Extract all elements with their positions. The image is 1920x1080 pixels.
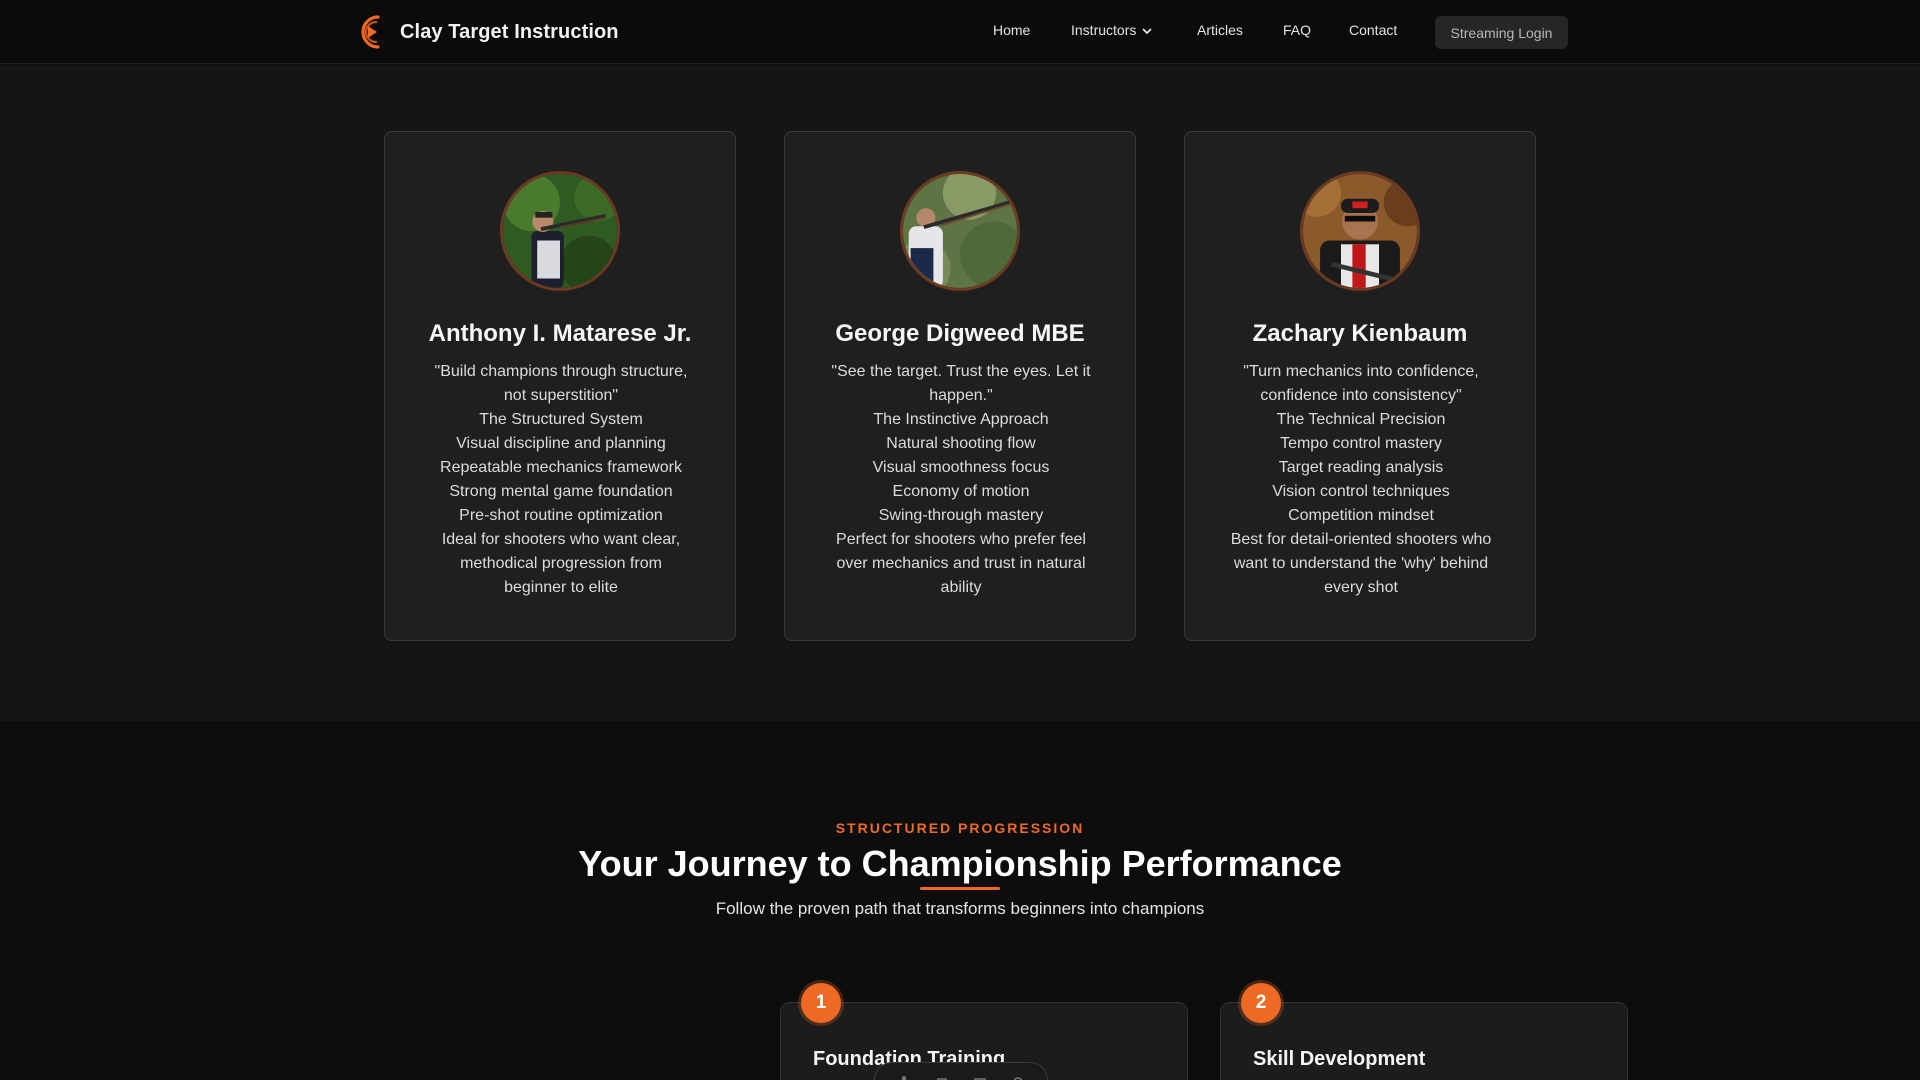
ideal-for-line: methodical progression from <box>460 555 662 572</box>
step-card-skill[interactable]: Skill Development <box>1220 1002 1628 1080</box>
floating-toolbar[interactable] <box>874 1062 1048 1080</box>
feature-item: Visual discipline and planning <box>456 435 666 452</box>
brand-logo-icon <box>361 15 380 49</box>
feature-item: Visual smoothness focus <box>872 459 1050 476</box>
brand-title: Clay Target Instruction <box>400 20 619 43</box>
instructor-card-kienbaum[interactable]: Zachary Kienbaum "Turn mechanics into co… <box>1184 131 1536 641</box>
instructor-avatar <box>1300 171 1420 291</box>
settings-icon[interactable] <box>1011 1074 1025 1080</box>
streaming-login-button[interactable]: Streaming Login <box>1435 16 1568 49</box>
feature-item: Vision control techniques <box>1272 483 1450 500</box>
ideal-for-line: Perfect for shooters who prefer feel <box>836 531 1086 548</box>
step-number-badge: 2 <box>1241 983 1281 1023</box>
menu-icon[interactable] <box>973 1074 987 1080</box>
nav-home[interactable]: Home <box>993 22 1030 38</box>
nav-instructors[interactable]: Instructors <box>1071 22 1152 38</box>
feature-item: Repeatable mechanics framework <box>440 459 682 476</box>
ideal-for-line: beginner to elite <box>504 579 618 596</box>
step-title: Skill Development <box>1253 1048 1426 1070</box>
quote-line: "See the target. Trust the eyes. Let it <box>831 363 1091 380</box>
shooter-photo-icon <box>903 174 1017 288</box>
nav-contact[interactable]: Contact <box>1349 22 1397 38</box>
instructor-card-matarese[interactable]: Anthony I. Matarese Jr. "Build champions… <box>384 131 736 641</box>
instructor-description: "Build champions through structure, not … <box>425 360 697 600</box>
feature-item: Economy of motion <box>892 483 1030 500</box>
ideal-for-line: Best for detail-oriented shooters who <box>1230 531 1492 548</box>
feature-item: Pre-shot routine optimization <box>459 507 663 524</box>
quote-line: not superstition" <box>503 387 619 404</box>
nav-articles[interactable]: Articles <box>1197 22 1243 38</box>
ideal-for-line: want to understand the 'why' behind <box>1233 555 1489 572</box>
feature-item: Tempo control mastery <box>1280 435 1442 452</box>
ideal-for-line: over mechanics and trust in natural <box>836 555 1086 572</box>
instructor-card-digweed[interactable]: George Digweed MBE "See the target. Trus… <box>784 131 1136 641</box>
journey-section: STRUCTURED PROGRESSION Your Journey to C… <box>0 721 1920 1080</box>
feature-item: Target reading analysis <box>1278 459 1444 476</box>
instructor-avatar <box>900 171 1020 291</box>
brand-link[interactable]: Clay Target Instruction <box>354 12 619 52</box>
section-eyebrow: STRUCTURED PROGRESSION <box>835 820 1085 836</box>
instructors-section: Anthony I. Matarese Jr. "Build champions… <box>0 65 1920 721</box>
ideal-for-line: every shot <box>1324 579 1398 596</box>
instructor-name: Anthony I. Matarese Jr. <box>428 320 692 347</box>
chevron-down-icon <box>1142 28 1152 35</box>
instructor-name: George Digweed MBE <box>835 320 1085 347</box>
method-title: The Structured System <box>479 411 643 428</box>
nav-instructors-label: Instructors <box>1071 22 1137 38</box>
hand-icon[interactable] <box>935 1074 949 1080</box>
quote-line: confidence into consistency" <box>1260 387 1462 404</box>
ideal-for-line: ability <box>940 579 982 596</box>
step-number-badge: 1 <box>801 983 841 1023</box>
feature-item: Strong mental game foundation <box>449 483 673 500</box>
top-nav: Clay Target Instruction Home Instructors… <box>0 0 1920 64</box>
instructor-name: Zachary Kienbaum <box>1252 320 1468 347</box>
feature-item: Natural shooting flow <box>886 435 1036 452</box>
quote-line: "Build champions through structure, <box>434 363 688 380</box>
shooter-photo-icon <box>503 174 617 288</box>
instructor-description: "Turn mechanics into confidence, confide… <box>1225 360 1497 600</box>
quote-line: happen." <box>929 387 993 404</box>
ideal-for-line: Ideal for shooters who want clear, <box>441 531 681 548</box>
nav-faq[interactable]: FAQ <box>1283 22 1311 38</box>
mic-icon[interactable] <box>897 1074 911 1080</box>
method-title: The Instinctive Approach <box>873 411 1049 428</box>
section-subtitle: Follow the proven path that transforms b… <box>715 899 1205 918</box>
instructor-avatar <box>500 171 620 291</box>
feature-item: Competition mindset <box>1288 507 1434 524</box>
section-title: Your Journey to Championship Performance <box>578 843 1342 884</box>
instructor-description: "See the target. Trust the eyes. Let it … <box>825 360 1097 600</box>
feature-item: Swing-through mastery <box>878 507 1044 524</box>
quote-line: "Turn mechanics into confidence, <box>1243 363 1479 380</box>
method-title: The Technical Precision <box>1276 411 1446 428</box>
title-underline <box>920 887 1000 890</box>
shooter-photo-icon <box>1303 174 1417 288</box>
